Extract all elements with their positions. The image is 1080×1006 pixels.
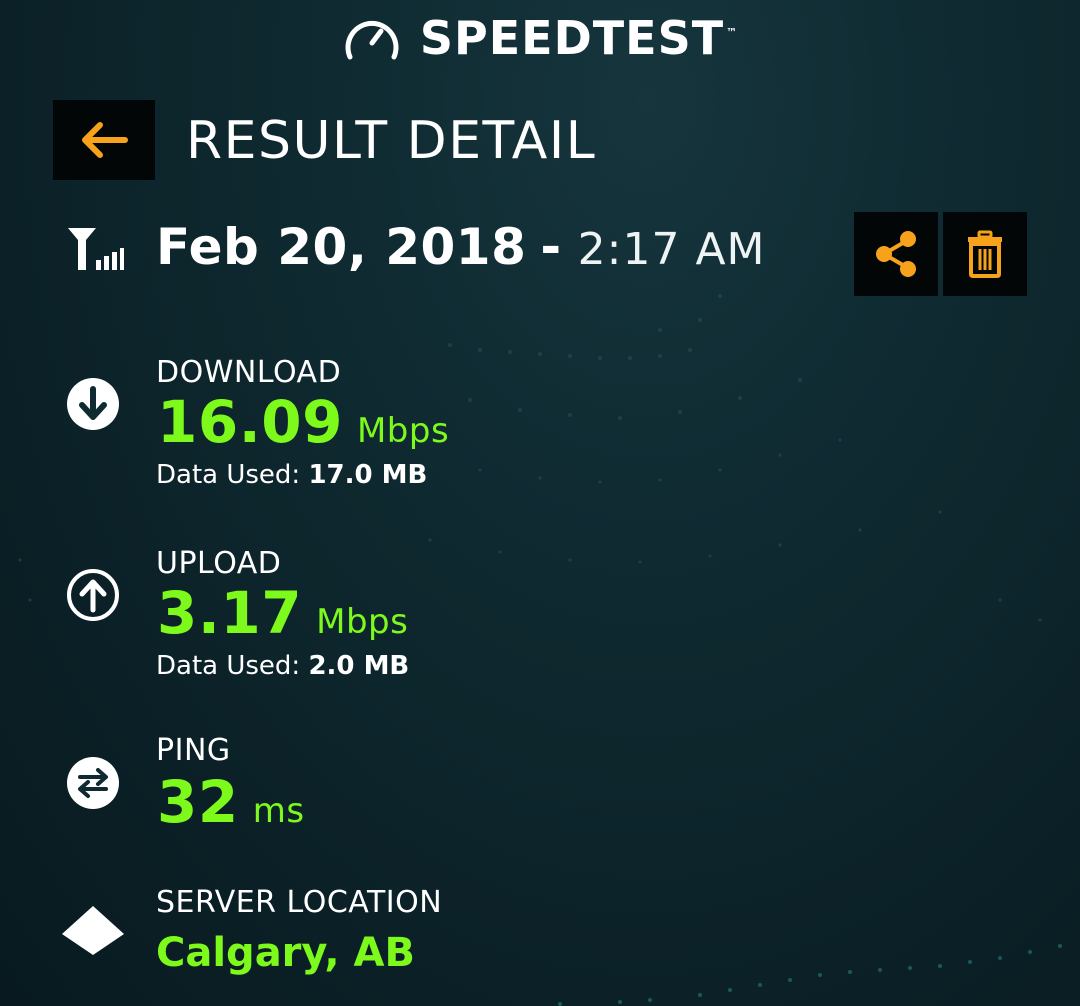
ping-label: PING (156, 733, 231, 768)
server-location-value: Calgary, AB (156, 930, 415, 976)
ping-value: 32 ms (157, 768, 305, 836)
result-time: 2:17 AM (577, 224, 766, 275)
download-speed: 16.09 (157, 388, 343, 456)
download-label: DOWNLOAD (156, 355, 342, 390)
upload-value: 3.17 Mbps (157, 579, 408, 647)
result-timestamp: Feb 20, 2018 - 2:17 AM (156, 218, 766, 284)
data-used-value: 2.0 MB (308, 651, 410, 681)
server-location-label: SERVER LOCATION (156, 885, 443, 920)
page-title: RESULT DETAIL (186, 111, 597, 171)
ping-latency: 32 (157, 768, 239, 836)
upload-label: UPLOAD (156, 546, 282, 581)
upload-data-used: Data Used: 2.0 MB (156, 651, 409, 681)
download-value: 16.09 Mbps (157, 388, 449, 456)
share-icon (876, 231, 916, 277)
download-unit: Mbps (356, 411, 450, 451)
data-used-value: 17.0 MB (308, 460, 428, 490)
ping-unit: ms (252, 791, 305, 831)
result-date: Feb 20, 2018 (156, 218, 527, 276)
share-button[interactable] (854, 212, 938, 296)
delete-button[interactable] (943, 212, 1027, 296)
data-used-label: Data Used: (156, 651, 301, 681)
download-data-used: Data Used: 17.0 MB (156, 460, 427, 490)
trademark-symbol: ™ (726, 26, 739, 39)
data-used-label: Data Used: (156, 460, 301, 490)
brand-name: SPEEDTEST ™ (419, 11, 739, 65)
cellular-signal-icon (68, 228, 124, 270)
speedtest-brand: SPEEDTEST ™ (0, 8, 1080, 68)
ping-arrows-icon (67, 757, 119, 809)
arrow-left-icon (82, 122, 128, 158)
speedometer-icon (345, 20, 399, 60)
server-pyramid-icon (62, 906, 124, 955)
date-separator: - (540, 218, 562, 276)
back-button[interactable] (53, 100, 155, 180)
upload-speed: 3.17 (157, 579, 303, 647)
trash-icon (968, 230, 1002, 278)
upload-unit: Mbps (316, 602, 409, 642)
download-arrow-icon (67, 378, 119, 430)
upload-arrow-icon (67, 569, 119, 621)
